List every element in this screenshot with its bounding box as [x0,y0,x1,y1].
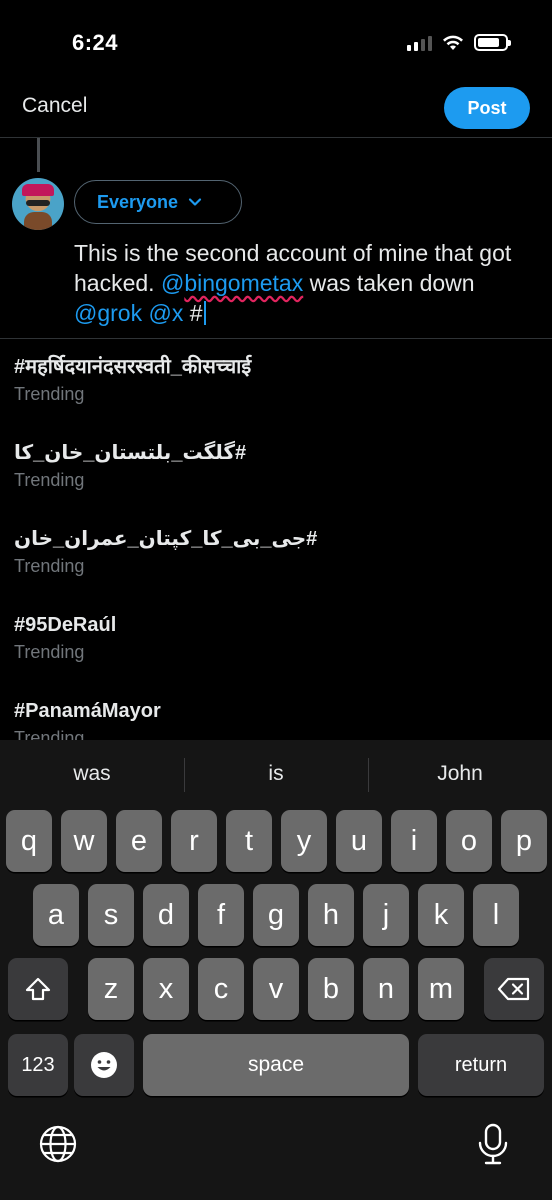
key-j[interactable]: j [363,884,409,946]
key-x[interactable]: x [143,958,189,1020]
key-w[interactable]: w [61,810,107,872]
avatar[interactable] [12,178,64,230]
cellular-signal-icon [407,35,432,51]
trend-item[interactable]: #PanamáMayor Trending [14,696,534,740]
thread-line [37,138,40,172]
key-p[interactable]: p [501,810,547,872]
mention-link: @x [148,300,184,326]
chevron-down-icon [188,198,202,206]
hashtag-suggestion-list: #महर्षिदयानंदसरस्वती_कीसच्चाई Trending #گل… [0,340,552,740]
key-z[interactable]: z [88,958,134,1020]
key-v[interactable]: v [253,958,299,1020]
key-y[interactable]: y [281,810,327,872]
trend-label: Trending [14,642,85,662]
trend-hashtag: #جی_بی_کا_کپتان_عمران_خان [14,528,318,550]
shift-key[interactable] [8,958,68,1020]
cancel-button[interactable]: Cancel [22,94,87,118]
trend-item[interactable]: #महर्षिदयानंदसरस्वती_कीसच्चाई Trending [14,352,534,406]
key-a[interactable]: a [33,884,79,946]
audience-label: Everyone [97,191,179,212]
key-l[interactable]: l [473,884,519,946]
backspace-icon [497,977,530,1001]
key-k[interactable]: k [418,884,464,946]
trend-label: Trending [14,384,85,404]
key-d[interactable]: d [143,884,189,946]
compose-text-segment: was taken down [303,270,475,296]
trend-hashtag: #महर्षिदयानंदसरस्वती_कीसच्चाई [14,356,252,378]
trend-item[interactable]: #جی_بی_کا_کپتان_عمران_خان Trending [14,524,534,578]
mention-link: bingometax [184,270,304,296]
delete-key[interactable] [484,958,544,1020]
key-b[interactable]: b [308,958,354,1020]
space-key[interactable]: space [143,1034,409,1096]
key-h[interactable]: h [308,884,354,946]
emoji-icon [91,1052,117,1078]
trend-hashtag: #گلگت_بلتستان_خان_کا [14,442,247,464]
trend-item[interactable]: #گلگت_بلتستان_خان_کا Trending [14,438,534,492]
trend-label: Trending [14,728,85,740]
key-g[interactable]: g [253,884,299,946]
key-q[interactable]: q [6,810,52,872]
audience-selector-button[interactable]: Everyone [74,180,242,224]
key-i[interactable]: i [391,810,437,872]
key-m[interactable]: m [418,958,464,1020]
keyboard: was is John 123 space return qwe r t y u… [0,740,552,1200]
wifi-icon [443,35,463,50]
key-f[interactable]: f [198,884,244,946]
trend-hashtag: #PanamáMayor [14,700,161,722]
status-time: 6:24 [72,30,119,55]
trend-item[interactable]: #95DeRaúl Trending [14,610,534,664]
battery-level [478,38,499,47]
key-u[interactable]: u [336,810,382,872]
mention-link: @grok [74,300,143,326]
trend-hashtag: #95DeRaúl [14,614,117,636]
compose-text-segment: # [183,300,203,326]
mention-link: @ [160,270,185,296]
post-button[interactable]: Post [444,87,530,129]
globe-icon[interactable] [38,1124,78,1164]
key-e[interactable]: e [116,810,162,872]
suggestion-3[interactable]: John [368,740,552,808]
key-c[interactable]: c [198,958,244,1020]
battery-icon [474,34,511,51]
emoji-key[interactable] [74,1034,134,1096]
key-o[interactable]: o [446,810,492,872]
key-t[interactable]: t [226,810,272,872]
divider [0,338,552,339]
shift-icon [25,977,51,1001]
key-s[interactable]: s [88,884,134,946]
status-icons [407,34,511,51]
status-bar: 6:24 [0,0,552,80]
key-r[interactable]: r [171,810,217,872]
suggestion-1[interactable]: was [0,740,184,808]
trend-label: Trending [14,556,85,576]
key-n[interactable]: n [363,958,409,1020]
suggestion-2[interactable]: is [184,740,368,808]
trend-label: Trending [14,470,85,490]
microphone-icon[interactable] [476,1122,510,1166]
numbers-key[interactable]: 123 [8,1034,68,1096]
predictive-text-bar: was is John [0,740,552,808]
compose-header: Cancel Post [0,80,552,138]
text-cursor [203,301,206,325]
compose-text-input[interactable]: This is the second account of mine that … [74,238,534,328]
return-key[interactable]: return [418,1034,544,1096]
